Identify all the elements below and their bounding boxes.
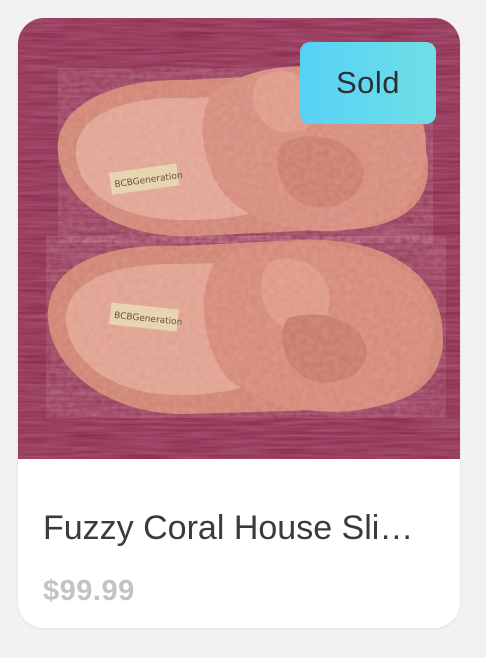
bottom-slipper: BCBGeneration <box>46 236 446 418</box>
product-info: Fuzzy Coral House Slippers $99.99 <box>18 459 460 628</box>
product-title[interactable]: Fuzzy Coral House Slippers <box>43 508 423 548</box>
product-image[interactable]: BCBGeneration BCBGeneration Sold <box>18 18 460 459</box>
product-price: $99.99 <box>43 575 135 607</box>
product-card[interactable]: BCBGeneration BCBGeneration Sold Fuzzy C… <box>18 18 460 628</box>
sold-badge: Sold <box>300 42 436 124</box>
